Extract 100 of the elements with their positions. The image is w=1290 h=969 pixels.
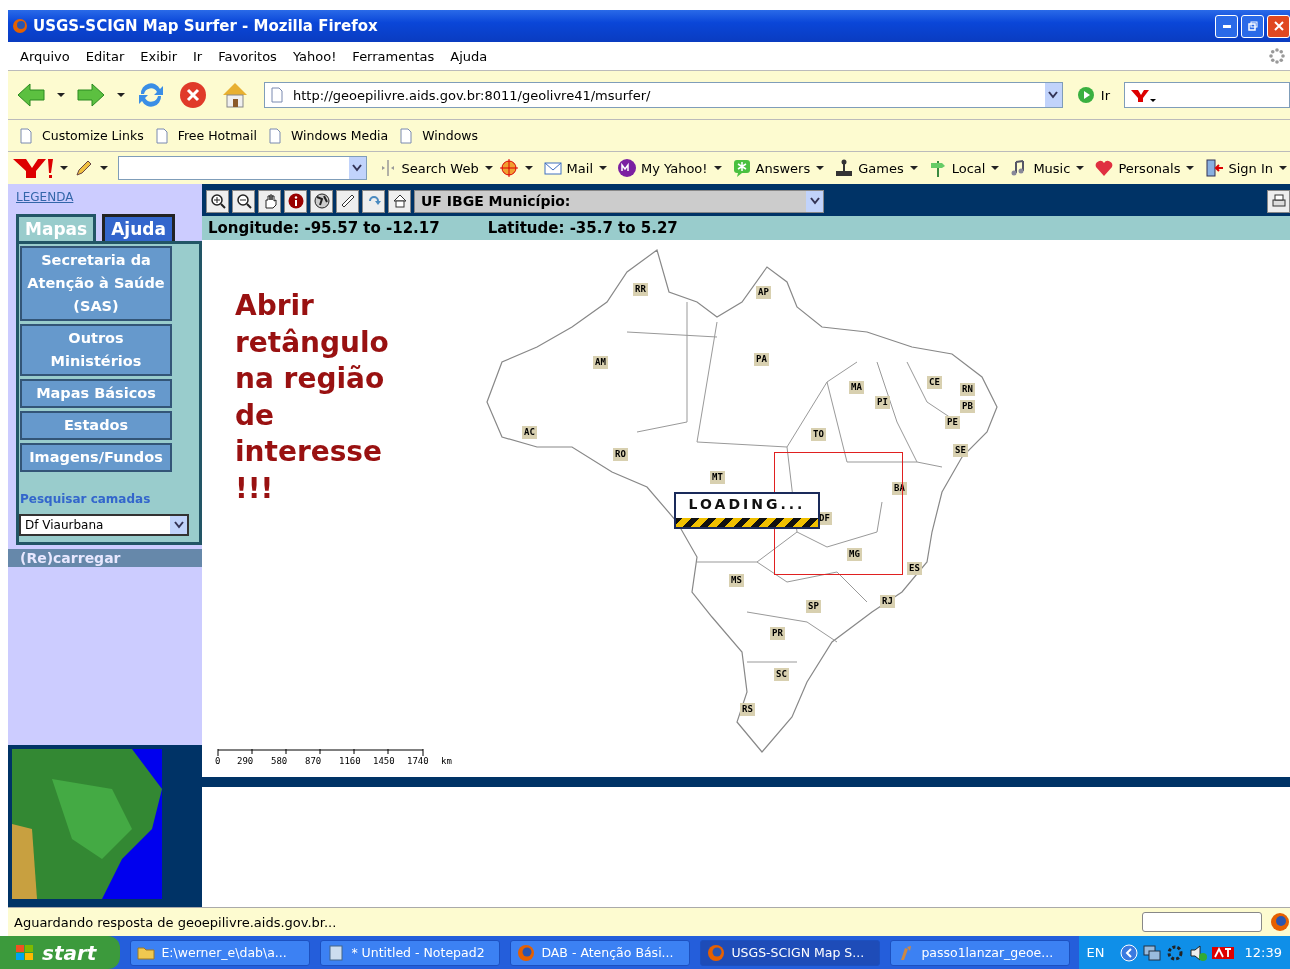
menu-item[interactable]: Ir xyxy=(185,48,211,64)
dropdown-button[interactable] xyxy=(1044,83,1062,107)
heart-icon xyxy=(1094,158,1115,178)
map-tool-button[interactable] xyxy=(232,189,255,213)
chevron-down-icon xyxy=(1048,91,1059,99)
restore-button[interactable] xyxy=(1241,14,1264,38)
chevron-down-icon xyxy=(809,197,820,205)
bookmark-link[interactable]: Free Hotmail xyxy=(153,127,257,144)
page-icon xyxy=(398,127,415,144)
state-label: AP xyxy=(756,286,771,299)
layer-select[interactable]: Df Viaurbana xyxy=(19,514,189,536)
toolbar-button[interactable]: Personals xyxy=(1090,158,1181,178)
map-layer-select[interactable]: UF IBGE Município: xyxy=(414,189,824,213)
network-icon[interactable] xyxy=(1142,943,1161,962)
right-arrow-icon xyxy=(76,81,106,109)
map-tool-button[interactable] xyxy=(310,189,333,213)
menu-item[interactable]: Ajuda xyxy=(442,48,496,64)
map-tool-button[interactable] xyxy=(388,189,411,213)
state-label: SP xyxy=(806,600,821,613)
dropdown-arrow-icon[interactable] xyxy=(484,166,493,170)
menu-item[interactable]: Exibir xyxy=(132,48,185,64)
reload-icon xyxy=(136,80,166,110)
menu-item[interactable]: Favoritos xyxy=(210,48,285,64)
state-label: RN xyxy=(960,383,975,396)
dropdown-arrow-icon[interactable] xyxy=(57,93,65,97)
toolbar-button[interactable]: Games xyxy=(830,158,904,178)
print-button[interactable] xyxy=(1267,189,1290,213)
map-tool-button[interactable] xyxy=(258,189,281,213)
map-tool-button[interactable] xyxy=(284,189,307,213)
search-field[interactable] xyxy=(1124,82,1290,108)
toolbar-button[interactable]: Search Web xyxy=(373,158,479,178)
dropdown-button[interactable] xyxy=(806,190,823,212)
close-button[interactable] xyxy=(1267,14,1290,38)
scale-label: 580 xyxy=(271,756,289,766)
minimize-icon xyxy=(1222,24,1231,28)
latitude-range: Latitude: -35.7 to 5.27 xyxy=(487,219,678,237)
state-label: MS xyxy=(729,574,744,587)
bookmark-link[interactable]: Windows xyxy=(398,127,479,144)
scale-label: 290 xyxy=(237,756,255,766)
ati-logo-icon[interactable] xyxy=(1211,944,1234,961)
yahoo-logo-icon xyxy=(1129,87,1157,103)
dropdown-button[interactable] xyxy=(348,157,366,179)
minimize-button[interactable] xyxy=(1215,14,1238,38)
taskbar-button[interactable]: USGS-SCIGN Map S... xyxy=(700,939,881,966)
dropdown-arrow-icon[interactable] xyxy=(599,166,607,170)
go-button[interactable]: Ir xyxy=(1066,86,1120,104)
dropdown-arrow-icon[interactable] xyxy=(909,166,918,170)
state-label: RS xyxy=(740,703,755,716)
scale-label: 1160 xyxy=(339,756,362,766)
dropdown-arrow-icon[interactable] xyxy=(1186,166,1195,170)
state-label: RJ xyxy=(880,595,895,608)
toolbar-button[interactable]: Sign In xyxy=(1200,158,1273,178)
address-field[interactable]: http://geoepilivre.aids.gov.br:8011/geolivre41/msurfer/ xyxy=(264,82,1063,108)
state-label: RR xyxy=(633,283,648,296)
toolbar-button[interactable]: My Yahoo! xyxy=(613,158,708,178)
toolbar-button[interactable]: Mail xyxy=(538,158,593,178)
taskbar-button[interactable]: passo1lanzar_geoe... xyxy=(890,939,1071,966)
pencil-icon xyxy=(73,158,94,178)
toolbar-button[interactable]: Local xyxy=(923,158,986,178)
printer-icon xyxy=(1270,193,1287,209)
dropdown-arrow-icon[interactable] xyxy=(59,166,68,170)
firefox-icon xyxy=(707,943,726,962)
speaker-icon[interactable] xyxy=(1188,943,1207,962)
toolbar-button[interactable]: Music xyxy=(1005,158,1071,178)
menu-item[interactable]: Editar xyxy=(77,48,133,64)
crosshair-icon xyxy=(498,158,519,178)
info-icon xyxy=(287,193,304,209)
chevron-down-icon xyxy=(173,521,184,529)
dropdown-arrow-icon[interactable] xyxy=(1279,166,1287,170)
taskbar-button[interactable]: * Untitled - Notepad2 xyxy=(320,939,501,966)
map-tool-button[interactable] xyxy=(336,189,359,213)
state-label: MA xyxy=(849,381,864,394)
search-field[interactable] xyxy=(117,156,367,180)
start-button[interactable]: start xyxy=(0,936,121,969)
scale-label: 1740 xyxy=(407,756,430,766)
dropdown-arrow-icon[interactable] xyxy=(1076,166,1085,170)
bookmark-link[interactable]: Customize Links xyxy=(18,127,144,144)
close-icon xyxy=(1273,21,1284,31)
dropdown-arrow-icon[interactable] xyxy=(117,93,125,97)
chevron-left-icon[interactable] xyxy=(1119,943,1138,962)
legend-link[interactable]: LEGENDA xyxy=(8,184,82,214)
dropdown-arrow-icon[interactable] xyxy=(99,166,108,170)
gear-icon[interactable] xyxy=(1165,943,1184,962)
taskbar-button[interactable]: DAB - Atenção Bási... xyxy=(510,939,691,966)
dropdown-arrow-icon[interactable] xyxy=(991,166,1000,170)
taskbar-button[interactable]: E:\werner_e\dab\a... xyxy=(130,939,311,966)
menu-item[interactable]: Arquivo xyxy=(12,48,78,64)
throbber-icon xyxy=(1268,47,1286,65)
dropdown-arrow-icon[interactable] xyxy=(524,166,533,170)
bookmark-link[interactable]: Windows Media xyxy=(266,127,389,144)
dropdown-arrow-icon[interactable] xyxy=(816,166,825,170)
map-tool-button[interactable] xyxy=(362,189,385,213)
toolbar-button[interactable]: Answers xyxy=(727,158,811,178)
menu-item[interactable]: Yahoo! xyxy=(284,48,345,64)
tab[interactable]: Ajuda xyxy=(102,214,175,241)
state-label: MT xyxy=(710,471,725,484)
dropdown-arrow-icon[interactable] xyxy=(713,166,722,170)
map-tool-button[interactable] xyxy=(206,189,229,213)
dropdown-button[interactable] xyxy=(170,516,187,534)
menu-item[interactable]: Ferramentas xyxy=(344,48,443,64)
